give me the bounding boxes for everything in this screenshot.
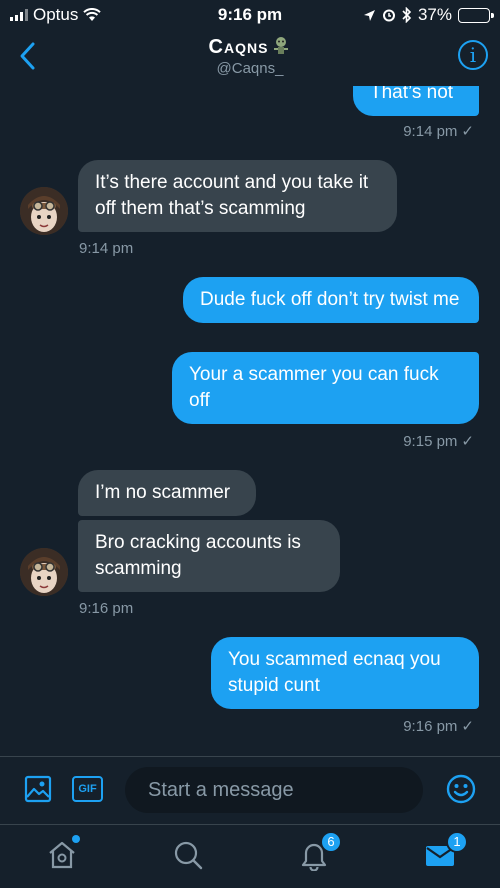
- bluetooth-icon: [402, 7, 412, 23]
- avatar[interactable]: [20, 187, 68, 235]
- message-bubble-outgoing[interactable]: Dude fuck off don’t try twist me: [183, 277, 479, 323]
- message-timestamp: 9:16 pm ✓: [403, 717, 474, 735]
- notifications-badge: 6: [320, 831, 342, 853]
- image-picker-icon[interactable]: [24, 775, 52, 803]
- message-timestamp: 9:14 pm ✓: [403, 122, 474, 140]
- gif-button[interactable]: GIF: [72, 776, 103, 802]
- zombie-emoji-icon: [274, 37, 289, 54]
- info-button[interactable]: i: [458, 40, 488, 70]
- avatar-image: [20, 548, 68, 596]
- tab-bar: 6 1: [0, 824, 500, 888]
- contact-info[interactable]: Caqns @Caqns_: [0, 36, 500, 77]
- avatar-image: [20, 187, 68, 235]
- timestamp-text: 9:16 pm: [403, 718, 458, 735]
- message-bubble-outgoing[interactable]: Your a scammer you can fuck off: [172, 352, 479, 424]
- read-check-icon: ✓: [461, 433, 474, 450]
- contact-name-row: Caqns: [0, 36, 500, 59]
- message-list: That’s not 9:14 pm ✓ It’s there account a…: [0, 86, 500, 756]
- tab-search[interactable]: [172, 839, 204, 871]
- tab-messages[interactable]: 1: [424, 831, 468, 871]
- message-timestamp: 9:15 pm ✓: [403, 432, 474, 450]
- conversation-header: Caqns @Caqns_ i: [0, 30, 500, 86]
- message-timestamp: 9:16 pm: [79, 600, 134, 617]
- message-bubble-incoming[interactable]: I’m no scammer: [78, 470, 256, 516]
- read-check-icon: ✓: [461, 123, 474, 140]
- message-timestamp: 9:14 pm: [79, 240, 134, 257]
- message-composer: GIF Start a message: [0, 756, 500, 824]
- contact-handle: @Caqns_: [216, 60, 284, 77]
- tab-home[interactable]: [46, 835, 80, 871]
- message-bubble-outgoing[interactable]: You scammed ecnaq you stupid cunt: [211, 637, 479, 709]
- location-arrow-icon: [363, 9, 375, 21]
- home-notification-dot: [72, 835, 80, 843]
- search-icon: [174, 841, 203, 870]
- emoji-icon[interactable]: [445, 773, 477, 805]
- messages-badge: 1: [446, 831, 468, 853]
- battery-percent: 37%: [417, 5, 452, 24]
- timestamp-text: 9:14 pm: [403, 123, 458, 140]
- alarm-icon: [382, 9, 395, 22]
- read-check-icon: ✓: [461, 718, 474, 735]
- avatar[interactable]: [20, 548, 68, 596]
- status-bar: Optus 9:16 pm 37%: [0, 0, 500, 30]
- home-icon: [49, 841, 75, 869]
- timestamp-text: 9:15 pm: [403, 433, 458, 450]
- message-input[interactable]: Start a message: [125, 767, 423, 813]
- status-right-group: 37%: [363, 5, 494, 25]
- message-bubble-incoming[interactable]: Bro cracking accounts is scamming: [78, 520, 340, 592]
- battery-icon: [458, 7, 494, 23]
- message-bubble-outgoing[interactable]: That’s not: [353, 86, 479, 116]
- message-bubble-incoming[interactable]: It’s there account and you take it off t…: [78, 160, 397, 232]
- tab-notifications[interactable]: 6: [298, 831, 342, 872]
- contact-name: Caqns: [208, 36, 269, 58]
